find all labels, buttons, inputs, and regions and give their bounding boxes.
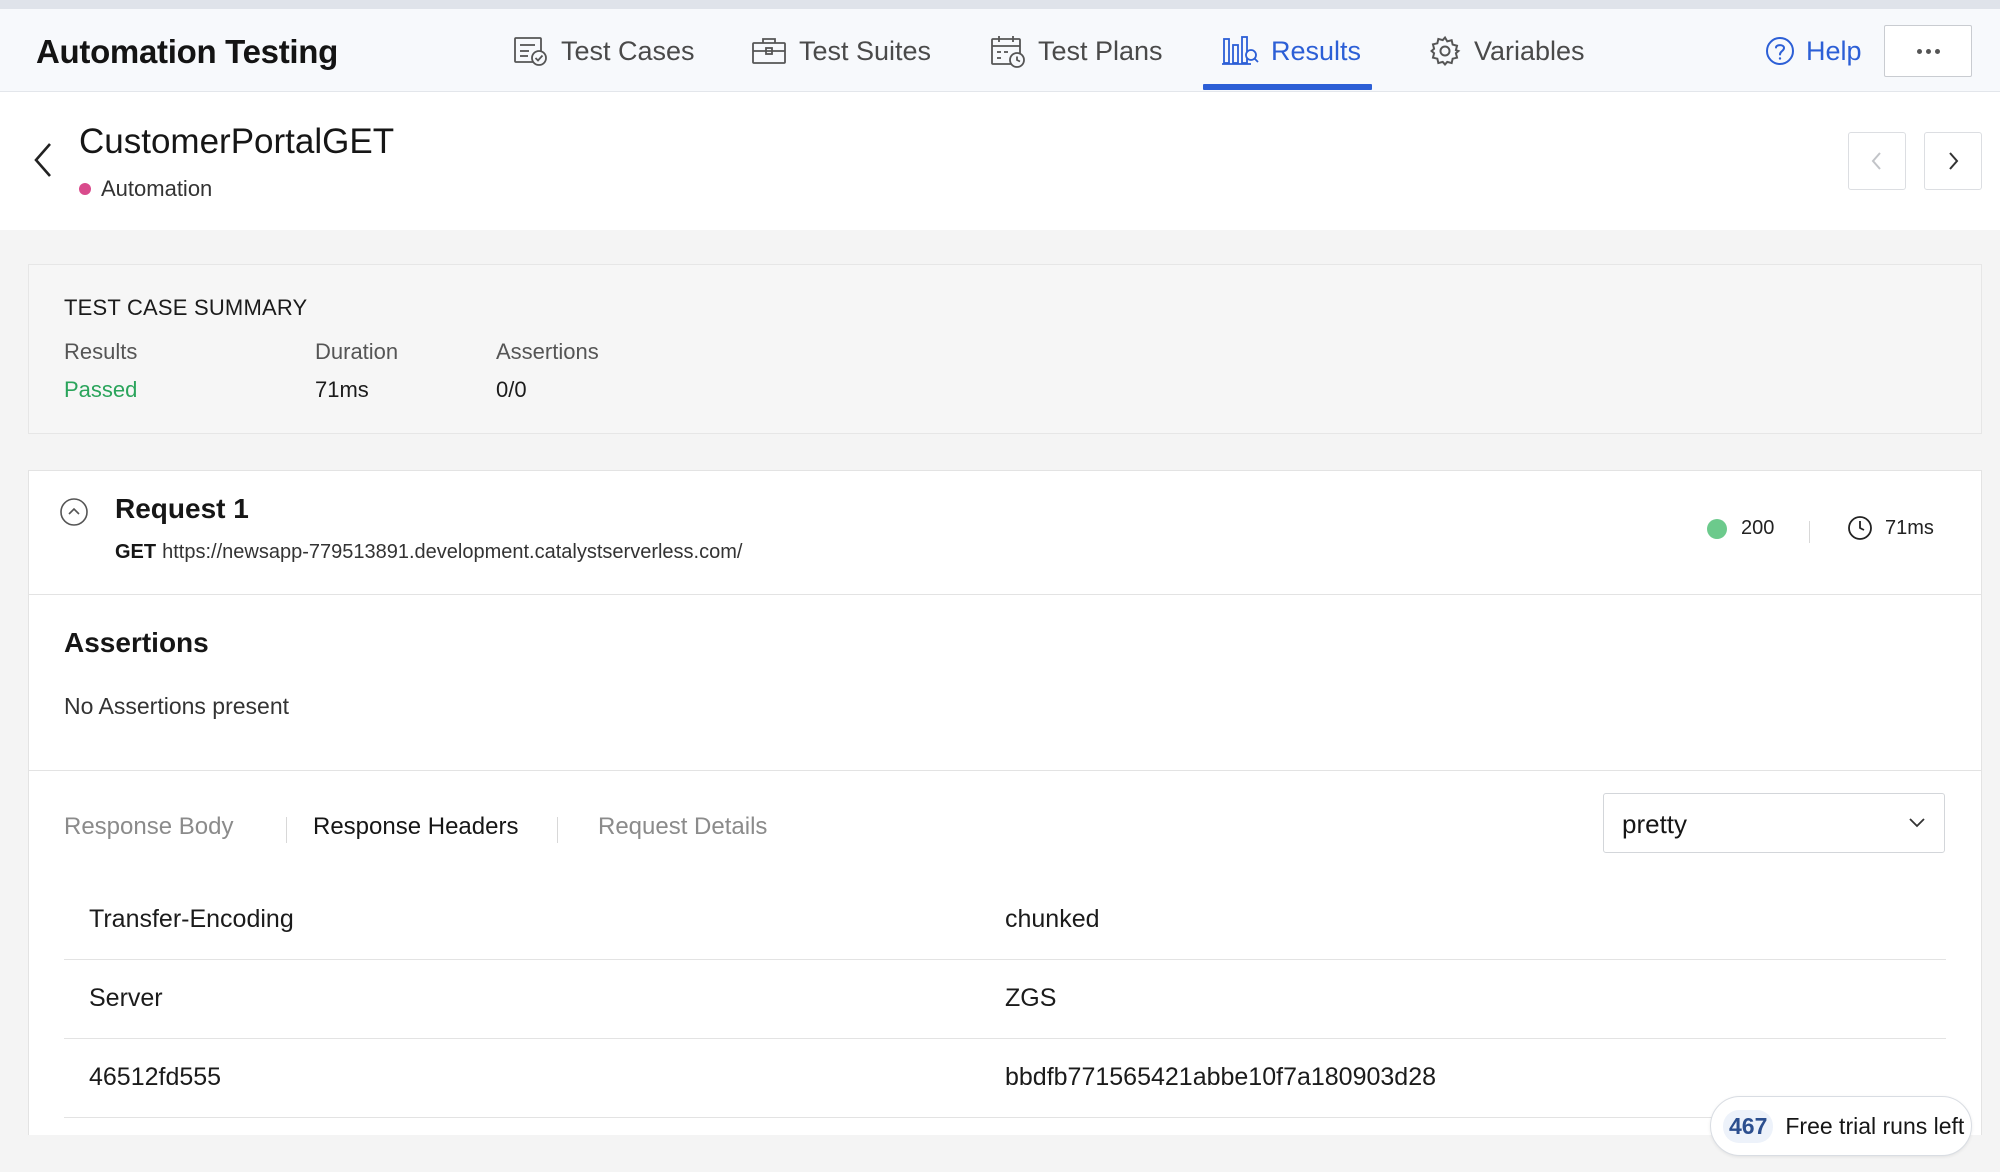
results-value: Passed — [64, 377, 138, 402]
status-code-value: 200 — [1741, 517, 1775, 539]
status-code: 200 — [1707, 517, 1774, 540]
help-icon — [1766, 37, 1794, 65]
next-button[interactable] — [1924, 132, 1982, 190]
http-method: GET — [115, 541, 157, 563]
divider — [557, 817, 558, 843]
header-value: ZGS — [1005, 984, 1057, 1012]
help-link[interactable]: Help — [1764, 29, 1862, 73]
response-time: 71ms — [1847, 515, 1934, 541]
results-icon — [1222, 36, 1259, 65]
format-select-value: pretty — [1622, 809, 1688, 839]
chevron-right-icon — [1949, 152, 1959, 170]
category-tag: Automation — [79, 176, 212, 202]
assertions-title: Assertions — [64, 627, 209, 658]
table-row: Transfer-Encoding chunked — [64, 881, 1946, 960]
request-title: Request 1 — [115, 493, 249, 524]
more-options-button[interactable] — [1884, 25, 1972, 77]
request-url-line: GET https://newsapp-779513891.development… — [115, 541, 742, 564]
top-border — [0, 0, 2000, 9]
request-header: Request 1 GET https://newsapp-779513891.d… — [29, 471, 1981, 595]
collapse-button[interactable] — [59, 497, 89, 532]
tag-dot-icon — [79, 183, 91, 195]
active-tab-indicator — [1203, 84, 1372, 90]
nav-tab-label: Test Suites — [799, 35, 932, 66]
dot-icon — [1925, 48, 1931, 54]
response-time-value: 71ms — [1885, 516, 1934, 539]
nav-tab-label: Test Plans — [1038, 35, 1163, 66]
duration-value: 71ms — [315, 377, 369, 402]
nav-tab-test-suites[interactable]: Test Suites — [751, 29, 931, 73]
chevron-up-circle-icon — [60, 498, 88, 526]
tab-response-body[interactable]: Response Body — [64, 813, 233, 841]
free-trial-badge[interactable]: 467 Free trial runs left — [1710, 1096, 1972, 1156]
test-suites-icon — [752, 38, 786, 64]
request-url: https://newsapp-779513891.development.ca… — [162, 541, 743, 563]
clock-icon — [1848, 516, 1872, 540]
tab-request-details[interactable]: Request Details — [598, 813, 767, 841]
response-headers-table: Transfer-Encoding chunked Server ZGS 465… — [64, 881, 1946, 1118]
request-panel: Request 1 GET https://newsapp-779513891.d… — [28, 470, 1982, 1135]
nav-tab-label: Test Cases — [561, 35, 695, 66]
header-value: bbdfb771565421abbe10f7a180903d28 — [1005, 1063, 1437, 1091]
status-dot-icon — [1707, 518, 1727, 539]
chevron-down-icon — [1909, 818, 1925, 828]
nav-tab-test-cases[interactable]: Test Cases — [513, 29, 695, 73]
tab-response-headers[interactable]: Response Headers — [313, 813, 518, 841]
nav-tab-label: Results — [1271, 35, 1362, 66]
dot-icon — [1916, 48, 1922, 54]
tag-label: Automation — [101, 176, 213, 201]
divider — [1809, 521, 1810, 543]
test-cases-icon — [514, 37, 547, 66]
header-value: chunked — [1005, 905, 1100, 933]
nav-tab-variables[interactable]: Variables — [1428, 29, 1585, 73]
header-key: Transfer-Encoding — [89, 905, 294, 933]
results-label: Results — [64, 339, 138, 364]
trial-count: 467 — [1723, 1109, 1774, 1143]
trial-label: Free trial runs left — [1785, 1112, 1965, 1139]
nav-tab-test-plans[interactable]: Test Plans — [990, 29, 1163, 73]
test-plans-icon — [991, 36, 1025, 68]
app-title: Automation Testing — [36, 33, 338, 70]
nav-tab-label: Variables — [1474, 35, 1585, 66]
header-key: 46512fd555 — [89, 1063, 222, 1091]
dot-icon — [1934, 48, 1940, 54]
table-row: 46512fd555 bbdfb771565421abbe10f7a180903… — [64, 1039, 1946, 1118]
previous-button[interactable] — [1848, 132, 1906, 190]
assertions-section: Assertions No Assertions present — [29, 595, 1981, 771]
summary-title: TEST CASE SUMMARY — [64, 295, 308, 320]
table-row: Server ZGS — [64, 960, 1946, 1039]
gear-icon — [1430, 35, 1461, 66]
test-case-summary: TEST CASE SUMMARY Results Passed Duratio… — [28, 264, 1982, 434]
chevron-left-icon — [34, 143, 51, 177]
back-button[interactable] — [28, 140, 58, 185]
page-title: CustomerPortalGET — [79, 122, 395, 161]
chevron-left-icon — [1871, 152, 1881, 170]
header-key: Server — [89, 984, 163, 1012]
help-label: Help — [1806, 35, 1862, 66]
nav-tab-results[interactable]: Results — [1221, 29, 1361, 73]
format-select[interactable]: pretty — [1603, 793, 1945, 853]
duration-label: Duration — [315, 339, 399, 364]
top-navbar: Automation Testing Test Cases Test Suite… — [0, 9, 2000, 92]
assertions-value: 0/0 — [496, 377, 527, 402]
test-case-header: CustomerPortalGET Automation — [0, 92, 2000, 230]
assertions-label: Assertions — [496, 339, 599, 364]
divider — [286, 817, 287, 843]
assertions-empty-text: No Assertions present — [64, 693, 290, 719]
